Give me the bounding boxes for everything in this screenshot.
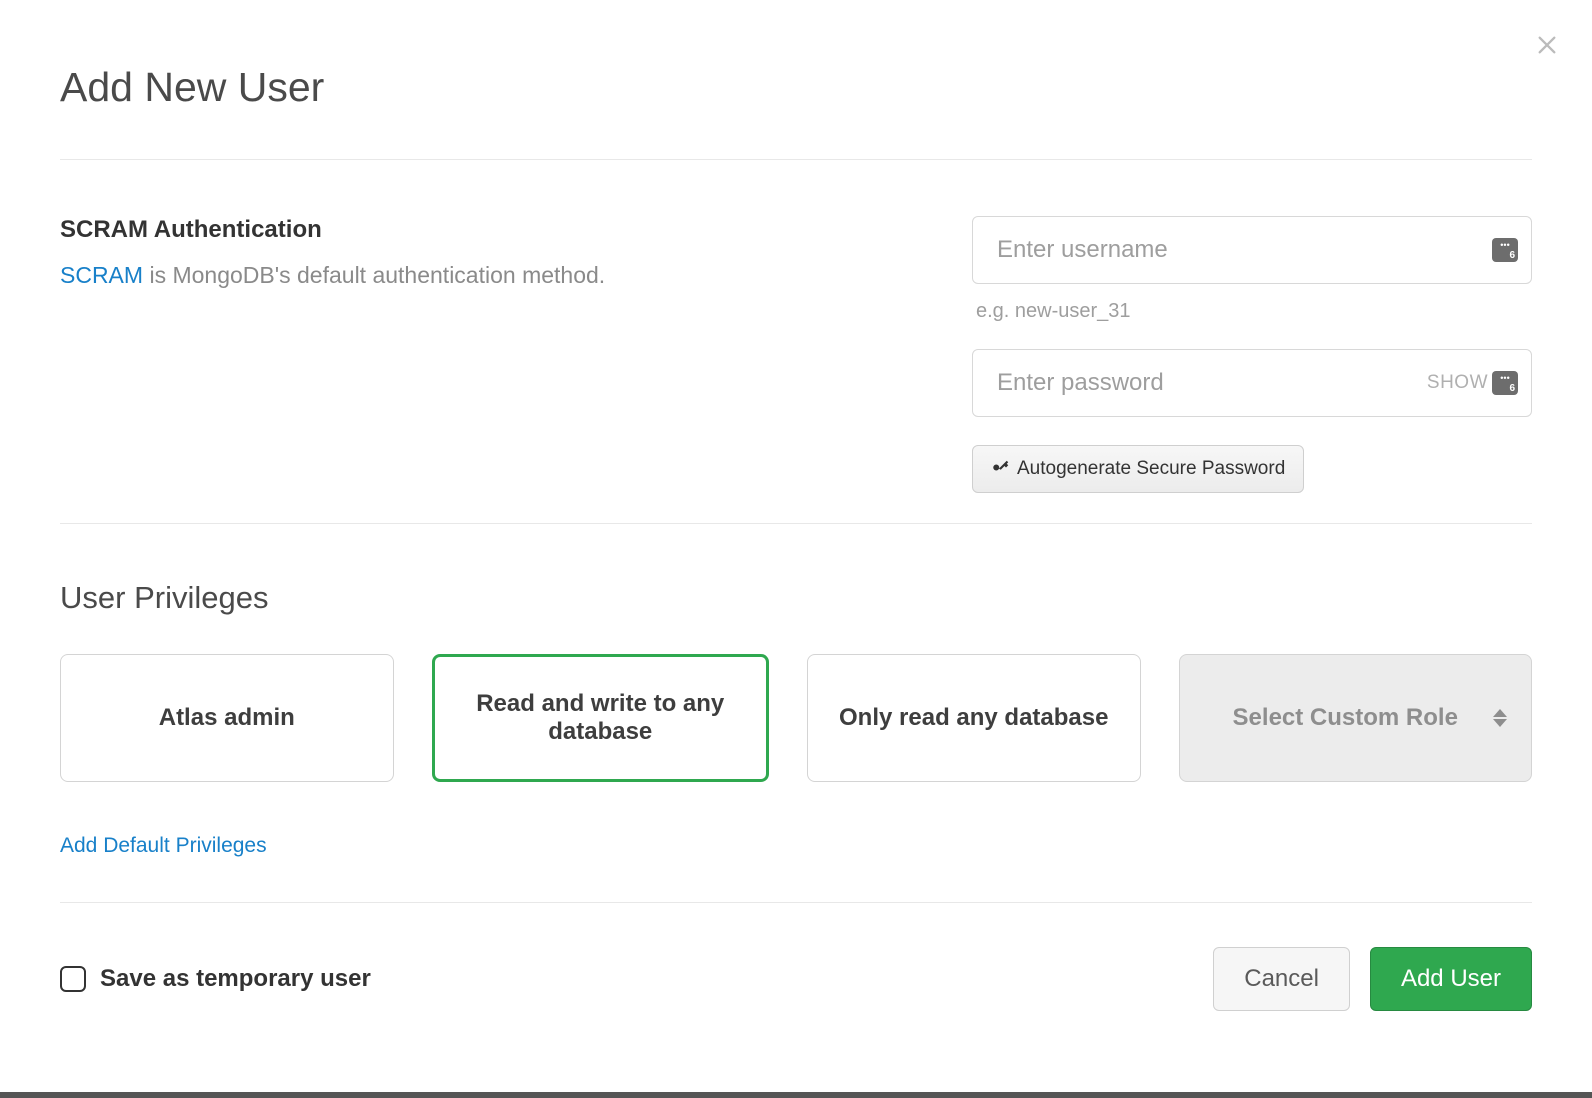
username-input[interactable] <box>972 216 1532 284</box>
privilege-atlas-admin[interactable]: Atlas admin <box>60 654 394 782</box>
bottom-edge <box>0 1092 1592 1098</box>
temporary-user-label: Save as temporary user <box>100 965 371 993</box>
scram-link[interactable]: SCRAM <box>60 262 143 288</box>
username-field-wrap: 6 <box>972 216 1532 284</box>
modal-title: Add New User <box>60 64 1532 111</box>
username-hint: e.g. new-user_31 <box>976 300 1532 323</box>
add-user-modal: Add New User SCRAM Authentication SCRAM … <box>0 0 1592 1051</box>
privileges-heading: User Privileges <box>60 580 1532 616</box>
privileges-section: User Privileges Atlas admin Read and wri… <box>60 524 1532 902</box>
password-manager-icon[interactable]: 6 <box>1492 371 1518 395</box>
auth-description: SCRAM is MongoDB's default authenticatio… <box>60 262 932 289</box>
password-field-wrap: SHOW 6 <box>972 349 1532 417</box>
autogenerate-password-button[interactable]: Autogenerate Secure Password <box>972 445 1304 493</box>
key-icon <box>991 460 1009 478</box>
modal-footer: Save as temporary user Cancel Add User <box>60 903 1532 1011</box>
privilege-read-write[interactable]: Read and write to any database <box>432 654 770 782</box>
close-icon[interactable] <box>1532 30 1562 60</box>
show-password-toggle[interactable]: SHOW <box>1427 372 1488 394</box>
cancel-button[interactable]: Cancel <box>1213 947 1350 1011</box>
temporary-user-checkbox[interactable] <box>60 966 86 992</box>
privilege-custom-role-select[interactable]: Select Custom Role <box>1179 654 1533 782</box>
add-default-privileges-link[interactable]: Add Default Privileges <box>60 834 267 858</box>
select-arrows-icon <box>1493 709 1507 727</box>
auth-section: SCRAM Authentication SCRAM is MongoDB's … <box>60 160 1532 523</box>
add-user-button[interactable]: Add User <box>1370 947 1532 1011</box>
auth-heading: SCRAM Authentication <box>60 216 932 244</box>
autogen-label: Autogenerate Secure Password <box>1017 458 1285 480</box>
privilege-read-only[interactable]: Only read any database <box>807 654 1141 782</box>
privilege-options: Atlas admin Read and write to any databa… <box>60 654 1532 782</box>
temporary-user-option[interactable]: Save as temporary user <box>60 965 371 993</box>
password-manager-icon[interactable]: 6 <box>1492 238 1518 262</box>
auth-desc-text: is MongoDB's default authentication meth… <box>143 262 605 288</box>
